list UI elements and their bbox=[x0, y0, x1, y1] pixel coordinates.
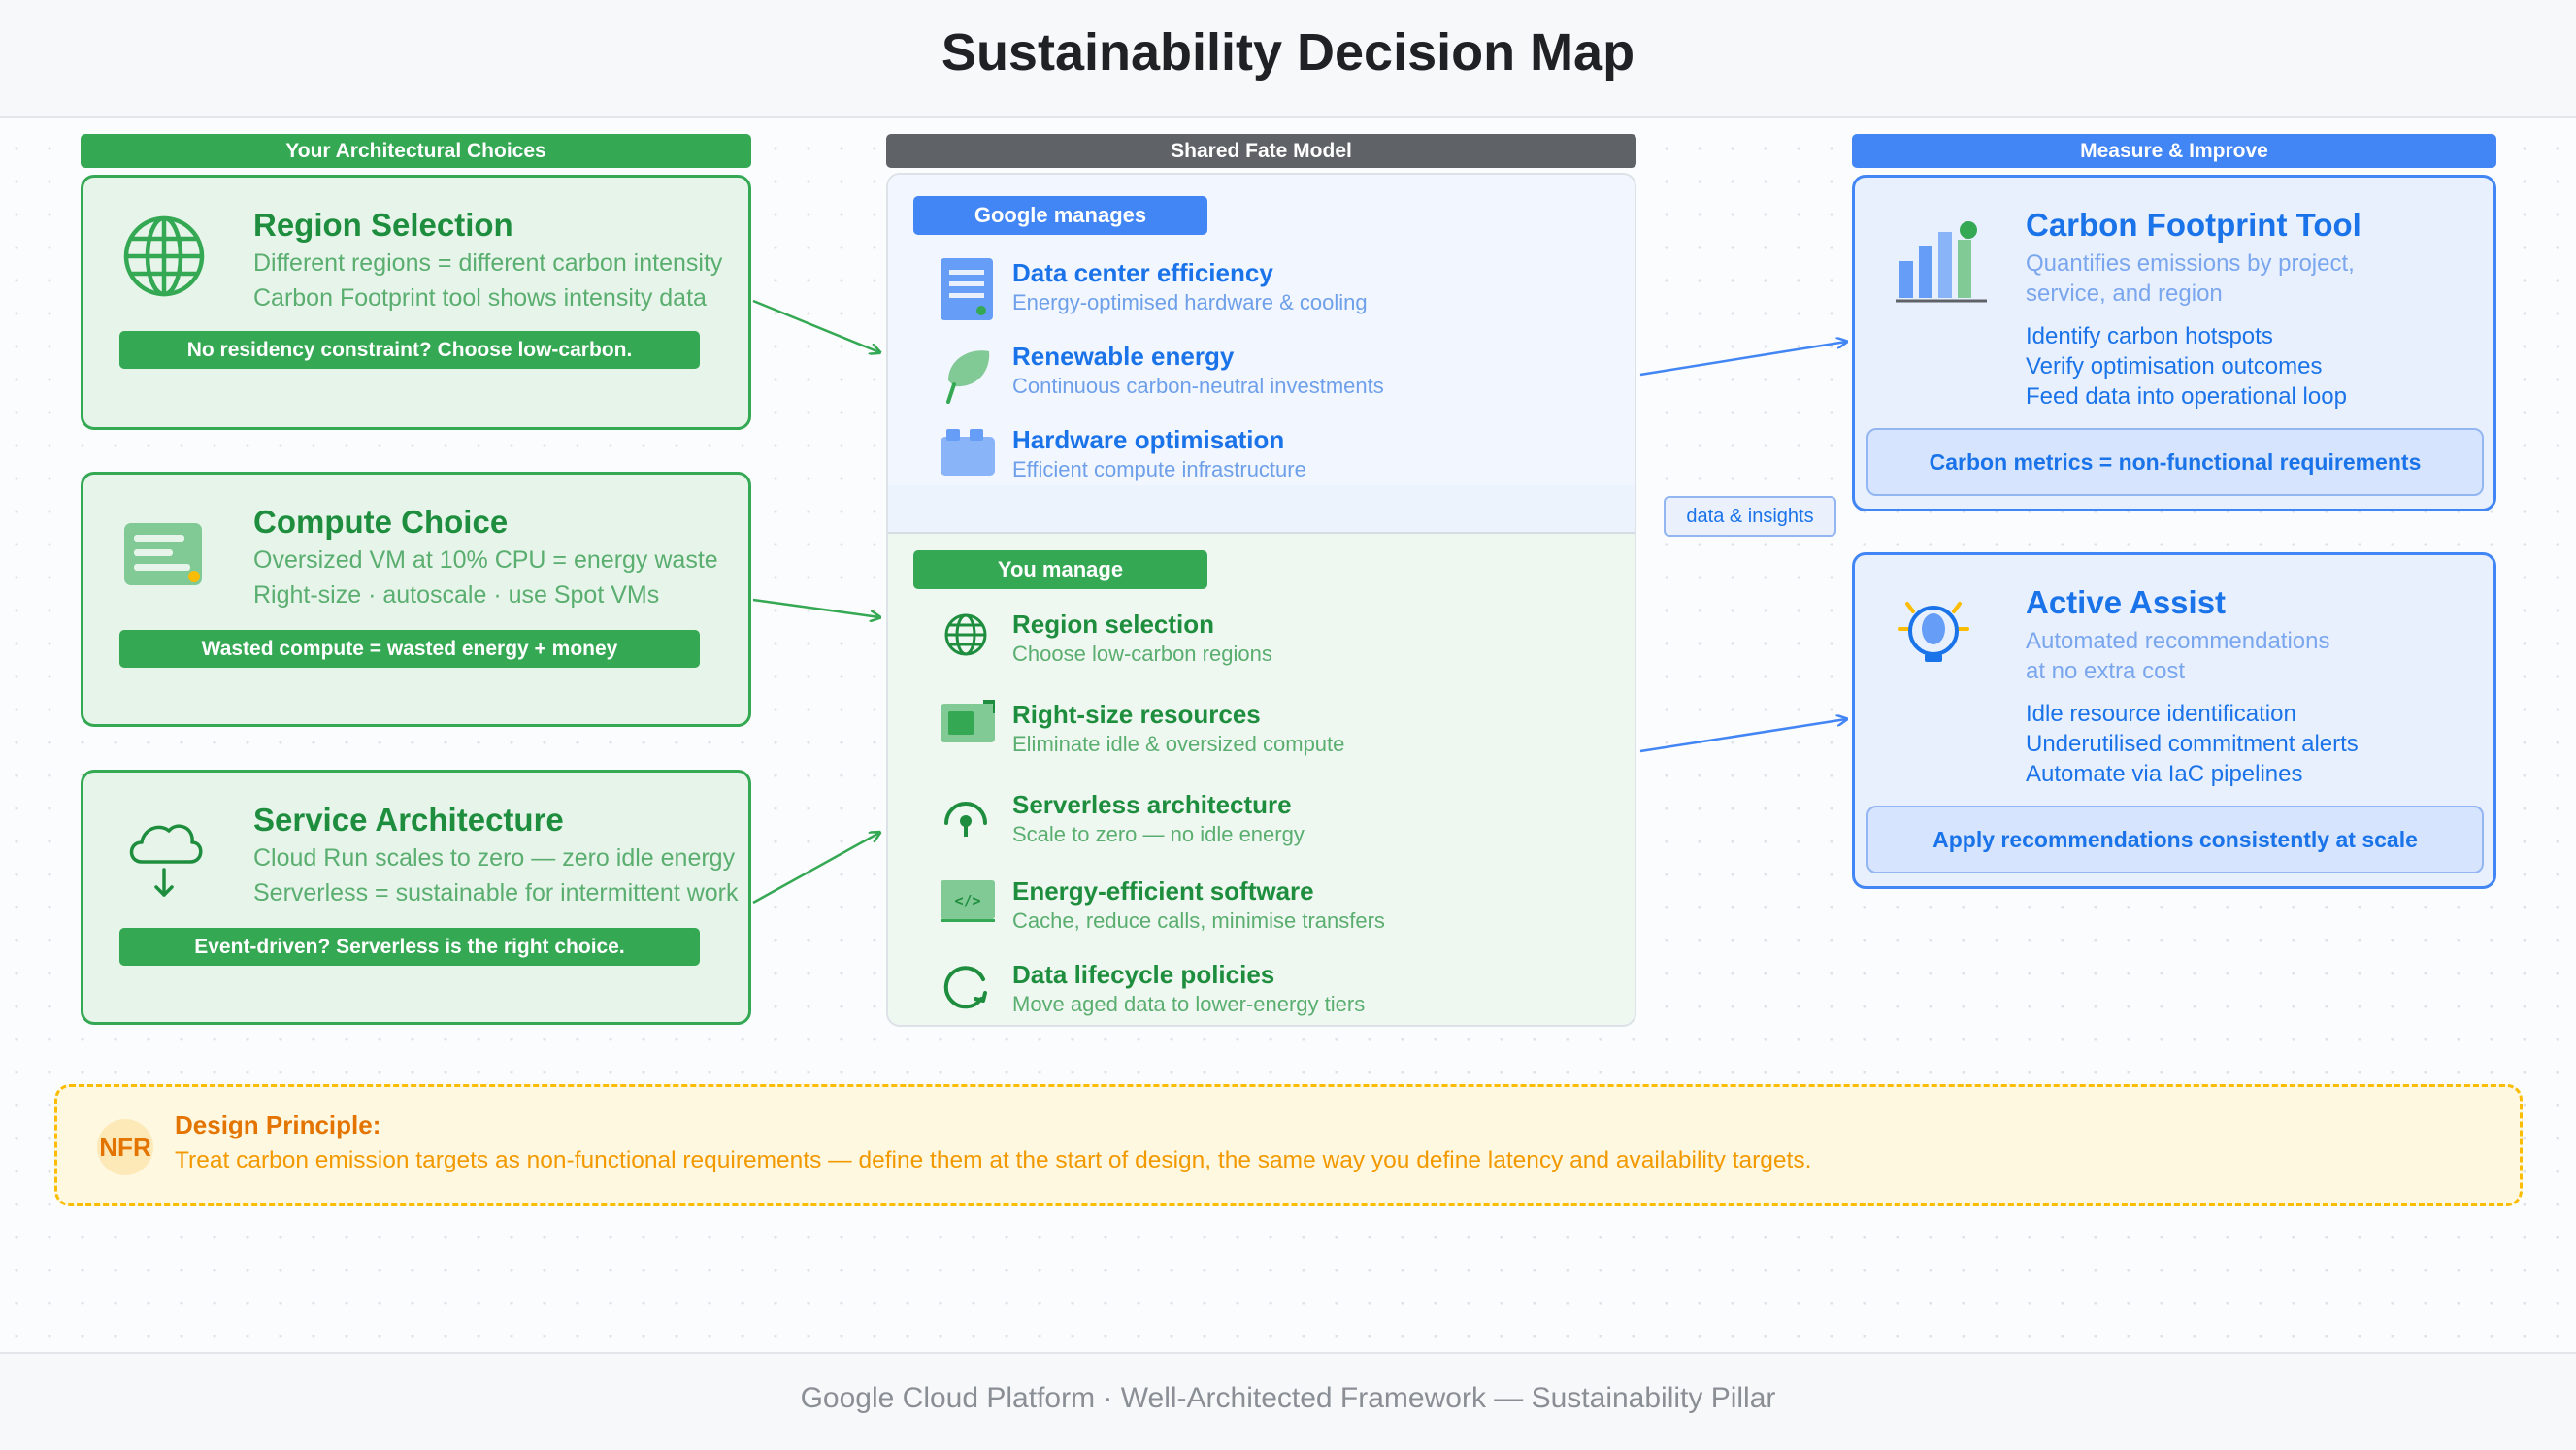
item-subtitle: Cache, reduce calls, minimise transfers bbox=[1012, 908, 1385, 933]
card-line: Oversized VM at 10% CPU = energy waste bbox=[253, 546, 718, 574]
card-line: Carbon Footprint tool shows intensity da… bbox=[253, 284, 707, 312]
card-callout: Wasted compute = wasted energy + money bbox=[119, 630, 700, 668]
item-subtitle: Move aged data to lower-energy tiers bbox=[1012, 992, 1366, 1016]
footer-text: Google Cloud Platform · Well-Architected… bbox=[800, 1382, 1776, 1414]
you-item-rightsize: Right-size resources Eliminate idle & ov… bbox=[941, 700, 1610, 768]
connector-carbon-tool bbox=[1639, 342, 1846, 377]
card-title: Service Architecture bbox=[253, 802, 564, 838]
server-icon bbox=[124, 523, 202, 585]
card-title: Carbon Footprint Tool bbox=[2026, 207, 2361, 243]
card-line: Right-size · autoscale · use Spot VMs bbox=[253, 581, 660, 609]
item-subtitle: Scale to zero — no idle energy bbox=[1012, 822, 1305, 846]
card-description: Automated recommendations bbox=[2026, 628, 2330, 654]
card-title: Region Selection bbox=[253, 207, 513, 243]
card-region-selection: Region Selection Different regions = dif… bbox=[81, 175, 751, 430]
code-icon: </> bbox=[941, 880, 995, 922]
card-compute-choice: Compute Choice Oversized VM at 10% CPU =… bbox=[81, 472, 751, 727]
item-title: Data center efficiency bbox=[1012, 258, 1273, 287]
card-callout: Event-driven? Serverless is the right ch… bbox=[119, 928, 700, 966]
connector-compute bbox=[752, 598, 879, 617]
card-bullet: Verify optimisation outcomes bbox=[2026, 353, 2323, 379]
card-description: service, and region bbox=[2026, 280, 2223, 307]
svg-text:</>: </> bbox=[954, 892, 980, 909]
section-header-shared-fate: Shared Fate Model bbox=[886, 134, 1636, 168]
card-bullet: Idle resource identification bbox=[2026, 701, 2296, 727]
page-title: Sustainability Decision Map bbox=[941, 23, 1635, 82]
design-principle-box bbox=[54, 1084, 2523, 1206]
item-title: Serverless architecture bbox=[1012, 790, 1292, 819]
card-title: Active Assist bbox=[2026, 584, 2227, 620]
section-header-architectural-choices: Your Architectural Choices bbox=[81, 134, 751, 168]
google-item-renewable: Renewable energy Continuous carbon-neutr… bbox=[941, 342, 1610, 410]
item-title: Region selection bbox=[1012, 610, 1215, 639]
cloud-download-icon bbox=[129, 824, 203, 897]
google-item-hardware: Hardware optimisation Efficient compute … bbox=[941, 425, 1610, 493]
globe-icon bbox=[944, 613, 987, 656]
you-item-serverless: Serverless architecture Scale to zero — … bbox=[941, 790, 1610, 858]
connector-active-assist bbox=[1639, 719, 1846, 753]
item-title: Data lifecycle policies bbox=[1012, 960, 1275, 989]
card-callout: No residency constraint? Choose low-carb… bbox=[119, 331, 700, 369]
item-title: Energy-efficient software bbox=[1012, 876, 1314, 906]
item-subtitle: Energy-optimised hardware & cooling bbox=[1012, 290, 1368, 314]
bar-chart-icon bbox=[1896, 221, 1987, 303]
lifecycle-icon bbox=[943, 966, 987, 1009]
card-description: at no extra cost bbox=[2026, 658, 2186, 684]
card-carbon-footprint-tool: Carbon Footprint Tool Quantifies emissio… bbox=[1852, 175, 2496, 511]
item-title: Renewable energy bbox=[1012, 342, 1235, 371]
item-subtitle: Choose low-carbon regions bbox=[1012, 642, 1272, 666]
principle-label: Design Principle: bbox=[175, 1110, 381, 1139]
serverless-icon bbox=[944, 802, 987, 837]
hardware-icon bbox=[941, 429, 995, 476]
card-line: Cloud Run scales to zero — zero idle ene… bbox=[253, 844, 736, 872]
google-item-datacenter: Data center efficiency Energy-optimised … bbox=[941, 258, 1610, 326]
you-item-software: </> Energy-efficient software Cache, red… bbox=[941, 876, 1610, 944]
leaf-icon bbox=[946, 350, 990, 404]
principle-text: Treat carbon emission targets as non-fun… bbox=[175, 1147, 1812, 1173]
section-header-measure-improve: Measure & Improve bbox=[1852, 134, 2496, 168]
item-title: Hardware optimisation bbox=[1012, 425, 1285, 454]
card-title: Compute Choice bbox=[253, 504, 509, 540]
resize-icon bbox=[941, 700, 995, 742]
datacenter-icon bbox=[941, 258, 993, 320]
card-bullet: Automate via IaC pipelines bbox=[2026, 761, 2303, 787]
you-manage-tag: You manage bbox=[913, 550, 1207, 589]
card-bullet: Underutilised commitment alerts bbox=[2026, 731, 2359, 757]
card-bullet: Identify carbon hotspots bbox=[2026, 323, 2273, 349]
card-service-architecture: Service Architecture Cloud Run scales to… bbox=[81, 770, 751, 1025]
card-line: Different regions = different carbon int… bbox=[253, 249, 723, 277]
card-line: Serverless = sustainable for intermitten… bbox=[253, 879, 739, 906]
card-note: Apply recommendations consistently at sc… bbox=[1866, 806, 2484, 873]
card-active-assist: Active Assist Automated recommendations … bbox=[1852, 552, 2496, 889]
item-title: Right-size resources bbox=[1012, 700, 1261, 729]
lightbulb-icon bbox=[1898, 602, 1969, 662]
connector-region bbox=[752, 299, 879, 352]
connector-service bbox=[752, 833, 879, 905]
globe-icon bbox=[123, 215, 205, 297]
data-insights-tag: data & insights bbox=[1664, 496, 1836, 537]
you-item-lifecycle: Data lifecycle policies Move aged data t… bbox=[941, 960, 1610, 1028]
item-subtitle: Eliminate idle & oversized compute bbox=[1012, 732, 1345, 756]
card-bullet: Feed data into operational loop bbox=[2026, 383, 2347, 410]
google-manages-tag: Google manages bbox=[913, 196, 1207, 235]
item-subtitle: Efficient compute infrastructure bbox=[1012, 457, 1306, 481]
card-description: Quantifies emissions by project, bbox=[2026, 250, 2355, 277]
nfr-badge: NFR bbox=[97, 1119, 153, 1175]
you-item-region: Region selection Choose low-carbon regio… bbox=[941, 610, 1610, 677]
card-note: Carbon metrics = non-functional requirem… bbox=[1866, 428, 2484, 496]
item-subtitle: Continuous carbon-neutral investments bbox=[1012, 374, 1384, 398]
